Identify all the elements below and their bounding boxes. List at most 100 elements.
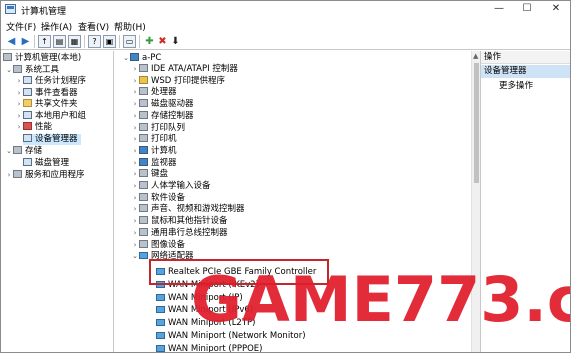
chevron-right-icon[interactable]: › [131, 193, 139, 204]
print-queue-icon [139, 122, 148, 131]
minimize-button[interactable]: — [485, 1, 513, 18]
menu-view[interactable]: 查看(V) [78, 20, 109, 33]
uninstall-icon[interactable]: ✖ [156, 35, 169, 48]
chevron-right-icon[interactable]: › [131, 204, 139, 215]
chevron-right-icon[interactable]: › [131, 240, 139, 251]
device-category[interactable]: › 键盘 [131, 169, 168, 180]
network-adapter-item[interactable]: WAN Miniport (PPPOE) [156, 344, 262, 352]
chevron-right-icon[interactable]: › [131, 123, 139, 134]
device-tree-root[interactable]: ⌄ a-PC [122, 53, 161, 64]
device-category[interactable]: › 打印机 [131, 134, 177, 145]
properties-icon[interactable]: ▦ [68, 35, 81, 48]
chevron-right-icon[interactable]: › [131, 87, 139, 98]
network-card-icon [156, 332, 165, 339]
chevron-right-icon[interactable]: › [15, 76, 23, 87]
device-category[interactable]: › 通用串行总线控制器 [131, 227, 228, 239]
keyboard-icon [139, 169, 148, 178]
printer-icon [139, 134, 148, 143]
show-hide-tree-icon[interactable]: ▤ [53, 35, 66, 48]
help-icon[interactable]: ? [88, 35, 101, 48]
chevron-right-icon[interactable]: › [15, 88, 23, 99]
computer-icon [3, 53, 12, 61]
scroll-up-icon[interactable]: ▲ [473, 52, 478, 60]
device-category[interactable]: › IDE ATA/ATAPI 控制器 [131, 64, 238, 75]
chevron-right-icon[interactable]: › [15, 99, 23, 110]
menu-help[interactable]: 帮助(H) [114, 20, 146, 33]
device-tree-label: 通用串行总线控制器 [151, 227, 228, 238]
tree-item-event-viewer[interactable]: › 事件查看器 [15, 88, 78, 99]
network-card-icon [156, 293, 165, 301]
network-card-icon [156, 344, 165, 352]
chevron-right-icon[interactable]: › [15, 111, 23, 122]
chevron-down-icon[interactable]: ⌄ [131, 251, 139, 262]
chevron-down-icon[interactable]: ⌄ [122, 53, 130, 64]
device-category[interactable]: › 磁盘驱动器 [131, 99, 194, 110]
device-tree-label: 声音、视频和游戏控制器 [151, 204, 245, 215]
tree-item-shared-folders[interactable]: › 共享文件夹 [15, 99, 78, 110]
chevron-right-icon[interactable]: › [131, 169, 139, 180]
chevron-right-icon[interactable]: › [131, 76, 139, 87]
chevron-right-icon[interactable]: › [131, 181, 139, 192]
chevron-down-icon[interactable]: ⌄ [5, 65, 13, 76]
scan-hardware-icon[interactable]: ▭ [123, 35, 136, 48]
up-folder-icon[interactable]: ↑ [38, 35, 51, 48]
menu-file[interactable]: 文件(F) [6, 20, 36, 33]
forward-arrow-icon[interactable]: ▶ [19, 35, 32, 48]
tree-item-performance[interactable]: › 性能 [15, 122, 52, 133]
chevron-right-icon[interactable]: › [131, 146, 139, 157]
chevron-right-icon[interactable]: › [5, 170, 13, 181]
device-category[interactable]: › 软件设备 [131, 192, 185, 204]
tree-root[interactable]: 计算机管理(本地) [3, 53, 81, 64]
maximize-button[interactable]: ☐ [513, 1, 541, 18]
device-category[interactable]: › 声音、视频和游戏控制器 [131, 204, 245, 215]
enable-device-icon[interactable]: ⬇ [169, 35, 182, 48]
tree-services[interactable]: › 服务和应用程序 [5, 170, 85, 181]
back-arrow-icon[interactable]: ◀ [5, 35, 18, 48]
view-icon[interactable]: ▣ [103, 35, 116, 48]
menu-action[interactable]: 操作(A) [41, 20, 72, 33]
more-actions-link[interactable]: 更多操作 [499, 80, 533, 93]
close-button[interactable]: ✕ [542, 1, 570, 18]
tree-system-tools[interactable]: ⌄ 系统工具 [5, 65, 59, 76]
device-category[interactable]: › 人体学输入设备 [131, 181, 211, 192]
device-category[interactable]: › 图像设备 [131, 239, 185, 251]
toolbar-separator [34, 35, 35, 48]
device-tree-label: 处理器 [151, 87, 177, 98]
usb-icon [139, 227, 148, 236]
tree-item-device-manager[interactable]: 设备管理器 [23, 134, 81, 145]
device-category[interactable]: › 存储控制器 [131, 110, 194, 122]
chevron-right-icon[interactable]: › [131, 111, 139, 122]
actions-selected[interactable]: 设备管理器 [481, 65, 570, 78]
device-category[interactable]: › 计算机 [131, 145, 177, 157]
tree-storage[interactable]: ⌄ 存储 [5, 146, 42, 157]
chevron-down-icon[interactable]: ⌄ [5, 146, 13, 157]
device-category[interactable]: › 监视器 [131, 157, 177, 169]
toolbar-separator [119, 35, 120, 48]
chevron-right-icon[interactable]: › [131, 228, 139, 239]
chevron-right-icon[interactable]: › [131, 99, 139, 110]
device-tree-label: 鼠标和其他指针设备 [151, 216, 228, 227]
device-category[interactable]: › 处理器 [131, 87, 177, 98]
chevron-right-icon[interactable]: › [131, 216, 139, 227]
computer-icon [139, 145, 148, 154]
device-tree-label: WSD 打印提供程序 [151, 75, 226, 86]
disk-icon [23, 158, 32, 166]
tree-item-task-scheduler[interactable]: › 任务计划程序 [15, 76, 86, 87]
device-tree-label: 存储控制器 [151, 110, 194, 121]
chevron-right-icon[interactable]: › [15, 122, 23, 133]
device-category[interactable]: › 打印队列 [131, 122, 185, 134]
device-category[interactable]: › 鼠标和其他指针设备 [131, 216, 228, 227]
chevron-right-icon[interactable]: › [131, 158, 139, 169]
processor-icon [139, 87, 148, 96]
tree-root-label: 计算机管理(本地) [15, 53, 82, 63]
chevron-right-icon[interactable]: › [131, 134, 139, 145]
window-title: 计算机管理 [21, 7, 67, 17]
event-viewer-icon [23, 88, 32, 96]
tree-item-local-users[interactable]: › 本地用户和组 [15, 111, 86, 122]
update-driver-icon[interactable]: ✚ [143, 35, 156, 48]
scrollbar-thumb[interactable] [474, 63, 479, 183]
device-category[interactable]: › WSD 打印提供程序 [131, 75, 226, 87]
watermark: GAME773.com [191, 263, 570, 336]
chevron-right-icon[interactable]: › [131, 64, 139, 75]
tree-item-disk-management[interactable]: 磁盘管理 [23, 158, 69, 169]
